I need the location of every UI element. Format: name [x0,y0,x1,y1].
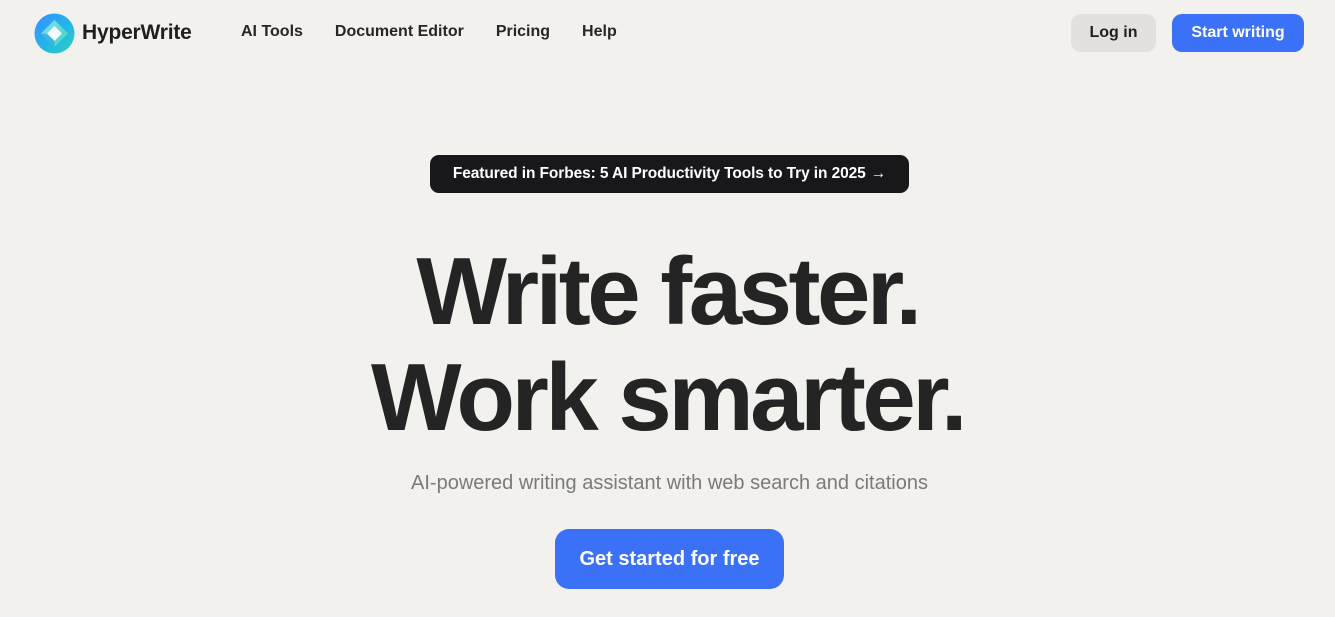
brand-home-link[interactable]: HyperWrite [34,12,192,54]
headline-line-1: Write faster. [416,238,922,345]
hyperwrite-logo-icon [34,13,75,53]
brand-name: HyperWrite [82,21,192,44]
badge-text: Featured in Forbes: 5 AI Productivity To… [452,165,866,182]
start-writing-button[interactable]: Start writing [1172,14,1304,52]
nav-link-ai-tools[interactable]: AI Tools [241,22,303,42]
nav-link-document-editor[interactable]: Document Editor [335,22,464,42]
nav-link-pricing[interactable]: Pricing [496,22,550,42]
nav-link-help[interactable]: Help [582,22,617,42]
top-navbar: HyperWrite AI Tools Document Editor Pric… [0,0,1335,66]
get-started-button[interactable]: Get started for free [555,529,784,589]
main-nav: AI Tools Document Editor Pricing Help [241,22,649,42]
login-button[interactable]: Log in [1071,14,1156,52]
headline-line-2: Work smarter. [370,344,968,451]
arrow-right-icon: → [870,165,887,182]
forbes-feature-badge[interactable]: Featured in Forbes: 5 AI Productivity To… [430,155,909,193]
hero-subtitle: AI-powered writing assistant with web se… [411,472,928,494]
